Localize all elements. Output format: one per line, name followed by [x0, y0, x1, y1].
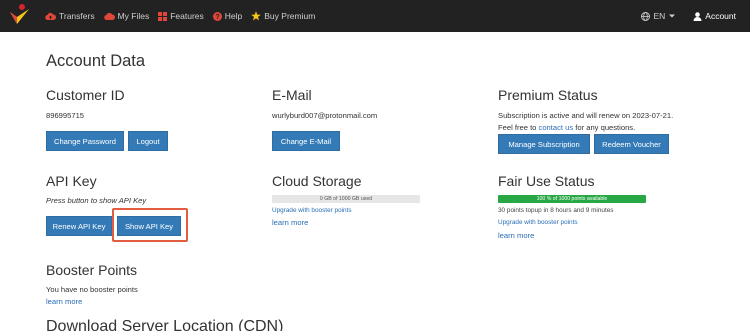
email-heading: E-Mail: [272, 87, 312, 103]
caret-down-icon: [669, 14, 676, 18]
subscription-status-text: Subscription is active and will renew on…: [498, 111, 674, 120]
fair-use-upgrade-link[interactable]: Upgrade with booster points: [498, 219, 578, 226]
customer-id-value: 896995715: [46, 111, 85, 120]
question-icon: ?: [212, 11, 222, 21]
renew-api-key-button[interactable]: Renew API Key: [46, 216, 112, 236]
email-value: wurlyburd007@protonmail.com: [272, 111, 378, 120]
customer-id-heading: Customer ID: [46, 87, 125, 103]
fair-use-learn-more-link[interactable]: learn more: [498, 231, 534, 240]
cloud-storage-heading: Cloud Storage: [272, 173, 362, 189]
nav-transfers-label: Transfers: [59, 11, 95, 21]
fair-use-bar-label: 100 % of 1000 points available: [536, 196, 608, 202]
language-dropdown[interactable]: EN: [641, 11, 679, 21]
nav-right: EN Account: [627, 0, 736, 32]
nav-help-label: Help: [224, 11, 243, 21]
language-label: EN: [653, 11, 666, 21]
star-icon: [251, 11, 262, 21]
cloud-storage-bar: 0 GB of 1000 GB used: [272, 195, 420, 203]
redeem-voucher-button[interactable]: Redeem Voucher: [594, 134, 669, 154]
api-key-hint: Press button to show API Key: [46, 196, 147, 205]
change-email-button[interactable]: Change E-Mail: [272, 131, 340, 151]
fair-use-bar: 100 % of 1000 points available: [498, 195, 646, 203]
nav-features-label: Features: [170, 11, 204, 21]
booster-points-text: You have no booster points: [46, 285, 138, 294]
contact-prefix: Feel free to: [498, 123, 539, 132]
nav-features[interactable]: Features: [158, 11, 204, 21]
cloud-learn-more-link[interactable]: learn more: [272, 218, 308, 227]
logo-icon[interactable]: [8, 3, 30, 27]
nav-buy-premium-label: Buy Premium: [264, 11, 316, 21]
globe-icon: [641, 11, 651, 21]
contact-suffix: for any questions.: [573, 123, 636, 132]
cloud-upgrade-link[interactable]: Upgrade with booster points: [272, 207, 352, 214]
nav-my-files-label: My Files: [117, 11, 150, 21]
account-menu[interactable]: Account: [693, 11, 736, 21]
booster-learn-more-link[interactable]: learn more: [46, 297, 82, 306]
account-label: Account: [705, 11, 736, 21]
contact-us-link[interactable]: contact us: [539, 123, 574, 132]
change-password-button[interactable]: Change Password: [46, 131, 124, 151]
api-key-heading: API Key: [46, 173, 97, 189]
nav-my-files[interactable]: My Files: [103, 11, 150, 21]
manage-subscription-button[interactable]: Manage Subscription: [498, 134, 590, 154]
grid-icon: [158, 11, 168, 21]
nav-buy-premium[interactable]: Buy Premium: [251, 11, 315, 21]
booster-points-heading: Booster Points: [46, 262, 138, 278]
cdn-heading: Download Server Location (CDN): [46, 318, 284, 331]
fair-use-topup-text: 30 points topup in 8 hours and 9 minutes: [498, 207, 614, 214]
page-title: Account Data: [46, 52, 146, 70]
nav-help[interactable]: ? Help: [212, 11, 243, 21]
cloud-upload-icon: [45, 12, 56, 20]
contact-text: Feel free to contact us for any question…: [498, 123, 635, 132]
main-menu: Transfers My Files Features ? Help Buy P…: [45, 0, 324, 32]
nav-transfers[interactable]: Transfers: [45, 11, 95, 21]
show-api-key-highlight: [112, 208, 188, 242]
cloud-storage-bar-label: 0 GB of 1000 GB used: [319, 196, 373, 202]
svg-text:?: ?: [215, 14, 219, 21]
top-navbar: Transfers My Files Features ? Help Buy P…: [0, 0, 750, 32]
premium-status-heading: Premium Status: [498, 87, 598, 103]
cloud-icon: [103, 12, 115, 20]
logout-button[interactable]: Logout: [128, 131, 168, 151]
fair-use-heading: Fair Use Status: [498, 173, 595, 189]
user-icon: [693, 11, 702, 21]
